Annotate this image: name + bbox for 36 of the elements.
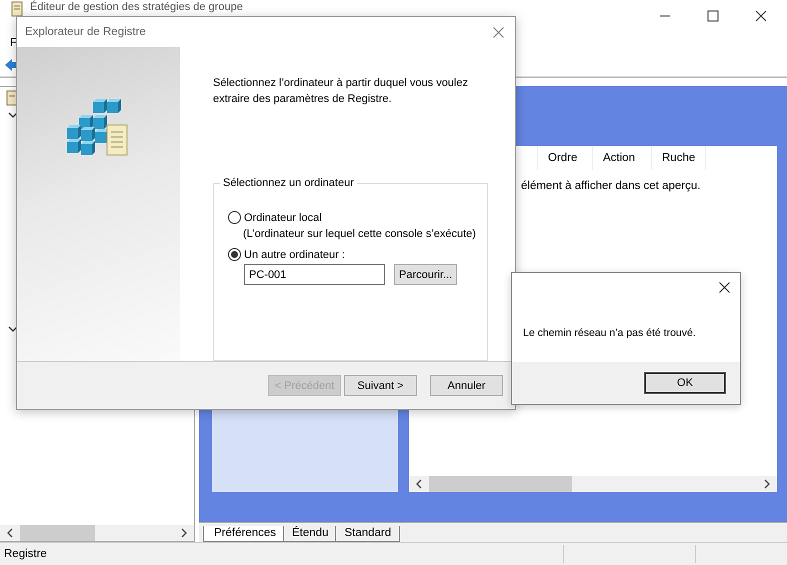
- tab[interactable]: Étendu: [283, 526, 338, 542]
- option-description: (L’ordinateur sur lequel cette console s’exécute): [242, 228, 477, 240]
- tab[interactable]: Standard: [335, 526, 400, 542]
- radio-option[interactable]: Un autre ordinateur :: [228, 248, 477, 261]
- document-icon: [5, 90, 19, 106]
- horizontal-scrollbar[interactable]: [409, 476, 777, 492]
- scroll-right-icon[interactable]: [180, 528, 188, 538]
- column-header[interactable]: Ruche: [652, 146, 706, 170]
- horizontal-scrollbar[interactable]: [0, 525, 194, 541]
- radio-option[interactable]: Ordinateur local: [228, 211, 477, 224]
- wizard-button[interactable]: Suivant >: [344, 375, 417, 396]
- tab[interactable]: Préférences: [203, 526, 286, 542]
- empty-message: élément à afficher dans cet aperçu.: [521, 180, 700, 192]
- document-icon: [10, 1, 24, 17]
- menu-item[interactable]: F: [10, 37, 18, 49]
- chevron-icon[interactable]: [8, 111, 18, 119]
- message-text: Le chemin réseau n’a pas été trouvé.: [523, 327, 696, 339]
- scroll-left-icon[interactable]: [415, 479, 423, 489]
- column-header[interactable]: Ordre: [538, 146, 593, 170]
- instruction-text: Sélectionnez l’ordinateur à partir duquel vous voulez extraire des paramètres de Registre.: [213, 76, 469, 107]
- wizard-button[interactable]: Annuler: [430, 375, 503, 396]
- scroll-right-icon[interactable]: [763, 479, 771, 489]
- back-arrow-icon[interactable]: [4, 58, 18, 72]
- close-icon[interactable]: [755, 10, 767, 22]
- ok-button[interactable]: OK: [644, 372, 726, 394]
- chevron-icon[interactable]: [8, 325, 18, 333]
- computer-name-field[interactable]: PC-001: [244, 264, 385, 285]
- column-header[interactable]: Action: [593, 146, 652, 170]
- browse-button[interactable]: Parcourir...: [394, 264, 458, 285]
- maximize-icon[interactable]: [707, 10, 719, 22]
- group-label: Sélectionnez un ordinateur: [222, 177, 355, 189]
- status-text: Registre: [3, 548, 47, 560]
- scroll-left-icon[interactable]: [6, 528, 14, 538]
- close-icon[interactable]: [719, 282, 730, 292]
- window-title: Éditeur de gestion des stratégies de groupe: [30, 1, 243, 14]
- dialog-title: Explorateur de Registre: [25, 26, 146, 38]
